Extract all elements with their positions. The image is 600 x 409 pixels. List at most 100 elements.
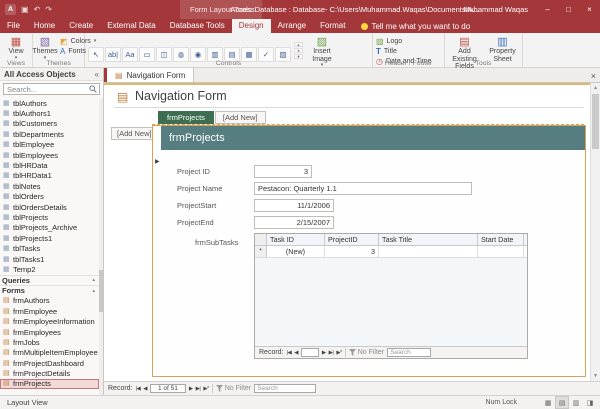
record-position-box[interactable]: 1 of 51 [150,384,186,393]
close-button[interactable]: × [579,0,600,19]
project-start-label: ProjectStart [177,201,216,210]
new-record-icon[interactable]: ▶* [203,386,208,392]
project-end-field[interactable]: 2/15/2007 [254,216,334,229]
column-header-projectid[interactable]: ProjectID [325,234,379,245]
project-id-field[interactable]: 3 [254,165,312,178]
nav-item-form[interactable]: ▤frmProjectDashboard [0,358,99,368]
nav-item-table[interactable]: ▦tblProjects1 [0,233,99,243]
nav-tab-frmprojects[interactable]: frmProjects [158,111,214,124]
nav-item-table[interactable]: ▦tblTasks [0,243,99,253]
tab-format[interactable]: Format [313,19,352,33]
tab-database-tools[interactable]: Database Tools [163,19,232,33]
first-record-icon[interactable]: |◀ [287,350,292,356]
nav-item-form[interactable]: ▤frmEmployeeInformation [0,316,99,326]
view-button[interactable]: ▦ View ▾ [0,35,32,61]
document-tab-navigation-form[interactable]: ▤ Navigation Form [104,68,194,82]
gallery-more-icon[interactable]: ▼ [294,54,303,59]
nav-item-table[interactable]: ▦tblAuthors [0,98,99,108]
header-selector-cell[interactable] [255,234,267,245]
new-record-icon[interactable]: ▶* [336,350,341,356]
nav-item-table[interactable]: ▦tblHRData1 [0,171,99,181]
tab-home[interactable]: Home [27,19,62,33]
nav-search-input[interactable] [4,85,89,94]
nav-item-table[interactable]: ▦tblOrdersDetails [0,202,99,212]
nav-item-form[interactable]: ▤frmEmployee [0,306,99,316]
last-record-icon[interactable]: ▶| [196,386,201,392]
nav-item-table[interactable]: ▦Temp2 [0,264,99,274]
next-record-icon[interactable]: ▶ [322,350,326,356]
nav-item-table[interactable]: ▦tblProjects [0,212,99,222]
cell-task-title[interactable] [379,246,478,257]
scrollbar-thumb[interactable] [592,94,599,149]
cell-task-id[interactable]: (New) [267,246,325,257]
nav-left-add-new[interactable]: [Add New] [111,127,158,140]
document-scrollbar[interactable]: ▲ ▼ [590,83,600,381]
design-view-button[interactable]: ▥ [569,396,583,409]
nav-pane-header[interactable]: All Access Objects « [0,68,103,81]
column-header-task-title[interactable]: Task Title [379,234,478,245]
nav-item-table[interactable]: ▦tblAuthors1 [0,108,99,118]
datasheet-new-row[interactable]: * (New) 3 [255,246,527,258]
nav-item-table[interactable]: ▦tblCustomers [0,119,99,129]
nav-item-table[interactable]: ▦tblEmployees [0,150,99,160]
nav-item-table[interactable]: ▦tblProjects_Archive [0,223,99,233]
previous-record-icon[interactable]: ◀ [294,350,298,356]
undo-icon[interactable]: ↶ [34,4,41,15]
tab-design[interactable]: Design [232,19,271,33]
scroll-up-icon[interactable]: ▲ [591,83,600,93]
tell-me-box[interactable]: Tell me what you want to do [361,19,470,33]
nav-item-table[interactable]: ▦tblOrders [0,192,99,202]
restore-button[interactable]: □ [558,0,579,19]
document-close-icon[interactable]: × [591,68,596,83]
scrollbar-thumb[interactable] [99,270,103,312]
tab-external-data[interactable]: External Data [100,19,162,33]
datasheet-view-button[interactable]: ◨ [583,396,597,409]
filter-status[interactable]: No Filter [349,349,384,356]
filter-status[interactable]: No Filter [216,385,251,392]
column-header-task-id[interactable]: Task ID [267,234,325,245]
last-record-icon[interactable]: ▶| [329,350,334,356]
nav-scrollbar[interactable] [99,98,103,395]
nav-tab-add-new[interactable]: [Add New] [215,111,266,124]
redo-icon[interactable]: ↷ [45,4,52,15]
shutter-bar-icon[interactable]: « [95,70,99,79]
nav-item-form[interactable]: ▤frmProjectDetails [0,368,99,378]
nav-item-form[interactable]: ▤frmMultipleItemEmployee [0,348,99,358]
logo-button[interactable]: ▨ Logo [373,37,444,46]
minimize-button[interactable]: – [537,0,558,19]
gallery-up-icon[interactable]: ▴ [294,42,303,47]
nav-item-table[interactable]: ▦tblTasks1 [0,254,99,264]
previous-record-icon[interactable]: ◀ [143,386,147,392]
cell-projectid[interactable]: 3 [325,246,379,257]
nav-item-table[interactable]: ▦tblHRData [0,160,99,170]
save-icon[interactable]: ▣ [21,4,29,15]
gallery-down-icon[interactable]: ▾ [294,48,303,53]
tab-file[interactable]: File [0,19,27,33]
scroll-down-icon[interactable]: ▼ [591,371,600,381]
column-header-start-date[interactable]: Start Date [478,234,524,245]
form-view-button[interactable]: ▦ [541,396,555,409]
nav-item-form[interactable]: ▤frmAuthors [0,296,99,306]
nav-item-form[interactable]: ▤frmJobs [0,337,99,347]
nav-item-form[interactable]: ▤frmEmployees [0,327,99,337]
first-record-icon[interactable]: |◀ [136,386,141,392]
record-search-input[interactable] [255,385,315,392]
nav-item-table[interactable]: ▦tblDepartments [0,129,99,139]
nav-section-queries[interactable]: Queries▴ [0,275,99,286]
nav-item-label: frmProjectDashboard [13,359,84,368]
nav-section-forms[interactable]: Forms▴ [0,285,99,296]
project-start-field[interactable]: 11/1/2006 [254,199,334,212]
cell-start-date[interactable] [478,246,524,257]
nav-item-table[interactable]: ▦tblNotes [0,181,99,191]
nav-item-form-selected[interactable]: ▤frmProjects [0,379,99,389]
tab-arrange[interactable]: Arrange [271,19,313,33]
layout-view-button[interactable]: ▤ [555,396,569,409]
form-icon: ▤ [3,349,10,356]
next-record-icon[interactable]: ▶ [189,386,193,392]
title-button[interactable]: T Title [373,47,444,56]
project-name-field[interactable]: Pestacon: Quarterly 1.1 [254,182,472,195]
tab-create[interactable]: Create [62,19,100,33]
nav-item-table[interactable]: ▦tblEmployee [0,140,99,150]
record-search-input[interactable] [388,349,430,356]
record-position-box[interactable] [301,348,319,357]
